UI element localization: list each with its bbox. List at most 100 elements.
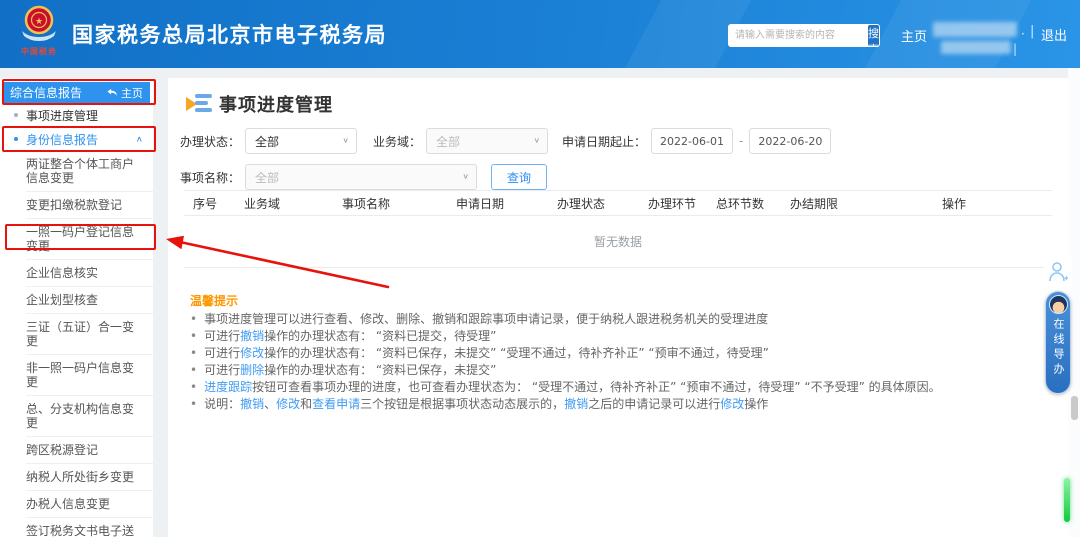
sidebar-sub-item[interactable]: 企业划型核查 [26,287,153,314]
query-button[interactable]: 查询 [491,164,548,190]
sidebar-sub-item[interactable]: 变更扣缴税款登记 [26,192,153,219]
sidebar-sub-item[interactable]: 签订税务文书电子送达确认书 [26,518,153,537]
username-blurred [933,22,1017,37]
filter-name-label: 事项名称： [180,170,241,185]
bullet-marker: • [190,397,198,411]
status-select[interactable]: 全部 ∨ [245,128,358,154]
date-range-separator: - [739,134,744,148]
table-header-row: 序号 业务域 事项名称 申请日期 办理状态 办理环节 总环节数 办结期限 操作 [184,190,1052,216]
sidebar-sub-item[interactable]: 纳税人所处街乡变更 [26,464,153,491]
bullet-marker: • [190,346,198,360]
online-guide-label: 在线导办 [1052,318,1065,378]
sidebar-sub-item[interactable]: 总、分支机构信息变更 [26,396,153,437]
sidebar-sub-item[interactable]: 跨区税源登记 [26,437,153,464]
tip-text: 之后的申请记录可以进行 [588,397,721,411]
tip-keyword-link: 进度跟踪 [204,380,253,394]
page-scrollbar-thumb[interactable] [1071,396,1078,420]
sidebar-home-link[interactable]: 主页 [107,85,143,101]
page-title-icon [186,92,212,116]
sidebar-section-label: 综合信息报告 [10,86,83,100]
tip-text: 操作的办理状态有： “资料已提交，待受理” [264,329,497,343]
table-column-header: 办结期限 [789,196,838,211]
sidebar-item-identity-report[interactable]: 身份信息报告 ∧ [0,127,153,151]
sidebar-sub-item[interactable]: 三证（五证）合一变更 [26,314,153,355]
logout-link[interactable]: 退出 [1041,25,1067,44]
top-header: ★ 中国税务 国家税务总局北京市电子税务局 搜索 主页 · | | 退出 [0,0,1080,68]
tip-text: 三个按钮是根据事项状态动态展示的， [360,397,565,411]
progress-table: 序号 业务域 事项名称 申请日期 办理状态 办理环节 总环节数 办结期限 操作 暂无数据 [184,190,1052,268]
select-chevron-icon: ∨ [462,173,470,181]
tip-keyword-link: 修改 [276,397,301,411]
item-name-select[interactable]: 全部 ∨ [245,164,478,190]
online-guide-widget[interactable]: 在线导办 [1045,291,1071,394]
tip-item: • 事项进度管理可以进行查看、修改、删除、撤销和跟踪事项申请记录，便于纳税人跟进税… [190,311,1050,328]
assistant-avatar-icon [1048,295,1068,314]
tips-list: • 事项进度管理可以进行查看、修改、删除、撤销和跟踪事项申请记录，便于纳税人跟进税… [190,311,1050,413]
sidebar-item-progress[interactable]: 事项进度管理 [0,103,153,127]
home-link[interactable]: 主页 [901,26,927,45]
emblem-icon: ★ [22,5,56,41]
sidebar-sub-item[interactable]: 办税人信息变更 [26,491,153,518]
tip-item: • 进度跟踪按钮可查看事项办理的进度，也可查看办理状态为： “受理不通过，待补齐补… [190,379,1050,396]
tip-keyword-link: 查看申请 [312,397,361,411]
table-empty-state: 暂无数据 [184,216,1052,268]
filter-domain-label: 业务域： [373,134,422,149]
domain-select-value: 全部 [436,134,461,149]
tax-bureau-logo: ★ 中国税务 [14,3,64,57]
tip-text: 事项进度管理可以进行查看、修改、删除、撤销和跟踪事项申请记录，便于纳税人跟进税务… [204,312,769,326]
tip-item: • 可进行撤销操作的办理状态有： “资料已提交，待受理” [190,328,1050,345]
tip-item: • 可进行修改操作的办理状态有： “资料已保存，未提交” “受理不通过，待补齐补正… [190,345,1050,362]
sidebar-sub-item[interactable]: 企业信息核实 [26,260,153,287]
header-separator-bar-2: | [1013,42,1018,56]
sidebar-item-label: 身份信息报告 [26,132,99,147]
tip-text: 说明： [204,397,241,411]
table-column-header: 事项名称 [341,196,390,211]
table-column-header: 操作 [941,196,966,211]
sidebar-section-header[interactable]: 综合信息报告 主页 [3,82,150,103]
sidebar-item-label: 事项进度管理 [26,108,99,123]
date-start-input[interactable] [651,128,734,154]
tip-text: 操作的办理状态有： “资料已保存，未提交” [264,363,497,377]
tip-text: 操作 [744,397,769,411]
sidebar-sub-item[interactable]: 一照一码户登记信息变更 [26,219,153,260]
page-title: 事项进度管理 [219,95,333,116]
tip-keyword-link: 撤销 [564,397,589,411]
search-input[interactable] [728,24,867,47]
bullet-marker: • [190,329,198,343]
bullet-dot-icon [14,113,18,117]
tip-keyword-link: 修改 [240,346,265,360]
return-arrow-icon [107,88,117,96]
company-name-blurred [941,41,1011,54]
header-search: 搜索 [728,24,880,47]
sidebar-home-label: 主页 [121,86,143,100]
select-chevron-icon: ∨ [342,137,350,145]
main-content-panel: 事项进度管理 办理状态： 全部 ∨ 业务域： 全部 ∨ 申请日期起止： - 事项… [168,78,1068,537]
bullet-marker: • [190,363,198,377]
table-column-header: 序号 [192,196,217,211]
tip-item: • 说明：撤销、修改和查看申请三个按钮是根据事项状态动态展示的，撤销之后的申请记录… [190,396,1050,413]
user-service-widget[interactable]: ✦ [1044,255,1072,289]
table-column-header: 总环节数 [715,196,764,211]
sidebar-sub-list: 两证整合个体工商户信息变更 变更扣缴税款登记 一照一码户登记信息变更 企业信息核实 企业… [0,151,153,537]
table-column-header: 申请日期 [455,196,504,211]
filter-status-label: 办理状态： [180,134,241,149]
item-name-select-value: 全部 [255,170,280,185]
chevron-up-icon: ∧ [135,134,143,144]
sidebar-sub-item[interactable]: 两证整合个体工商户信息变更 [26,151,153,192]
sidebar-menu: 综合信息报告 主页 事项进度管理 身份信息报告 ∧ 两证整合个体工商户信息变更变… [0,78,153,537]
status-select-value: 全部 [255,134,280,149]
sidebar-sub-item[interactable]: 非一照一码户信息变更 [26,355,153,396]
header-separator-bar: | [1030,24,1035,39]
search-button[interactable]: 搜索 [868,25,879,47]
header-separator-dot: · [1021,27,1025,41]
tip-text: 和 [300,397,313,411]
tip-text: 可进行 [204,329,241,343]
tip-text: 操作的办理状态有： “资料已保存，未提交” “受理不通过，待补齐补正” “预审不… [264,346,769,360]
table-column-header: 办理状态 [556,196,605,211]
tip-text: 、 [264,397,277,411]
tip-item: • 可进行删除操作的办理状态有： “资料已保存，未提交” [190,362,1050,379]
date-end-input[interactable] [749,128,832,154]
bullet-dot-icon [14,137,18,141]
svg-text:★: ★ [35,17,43,27]
business-domain-select[interactable]: 全部 ∨ [426,128,549,154]
